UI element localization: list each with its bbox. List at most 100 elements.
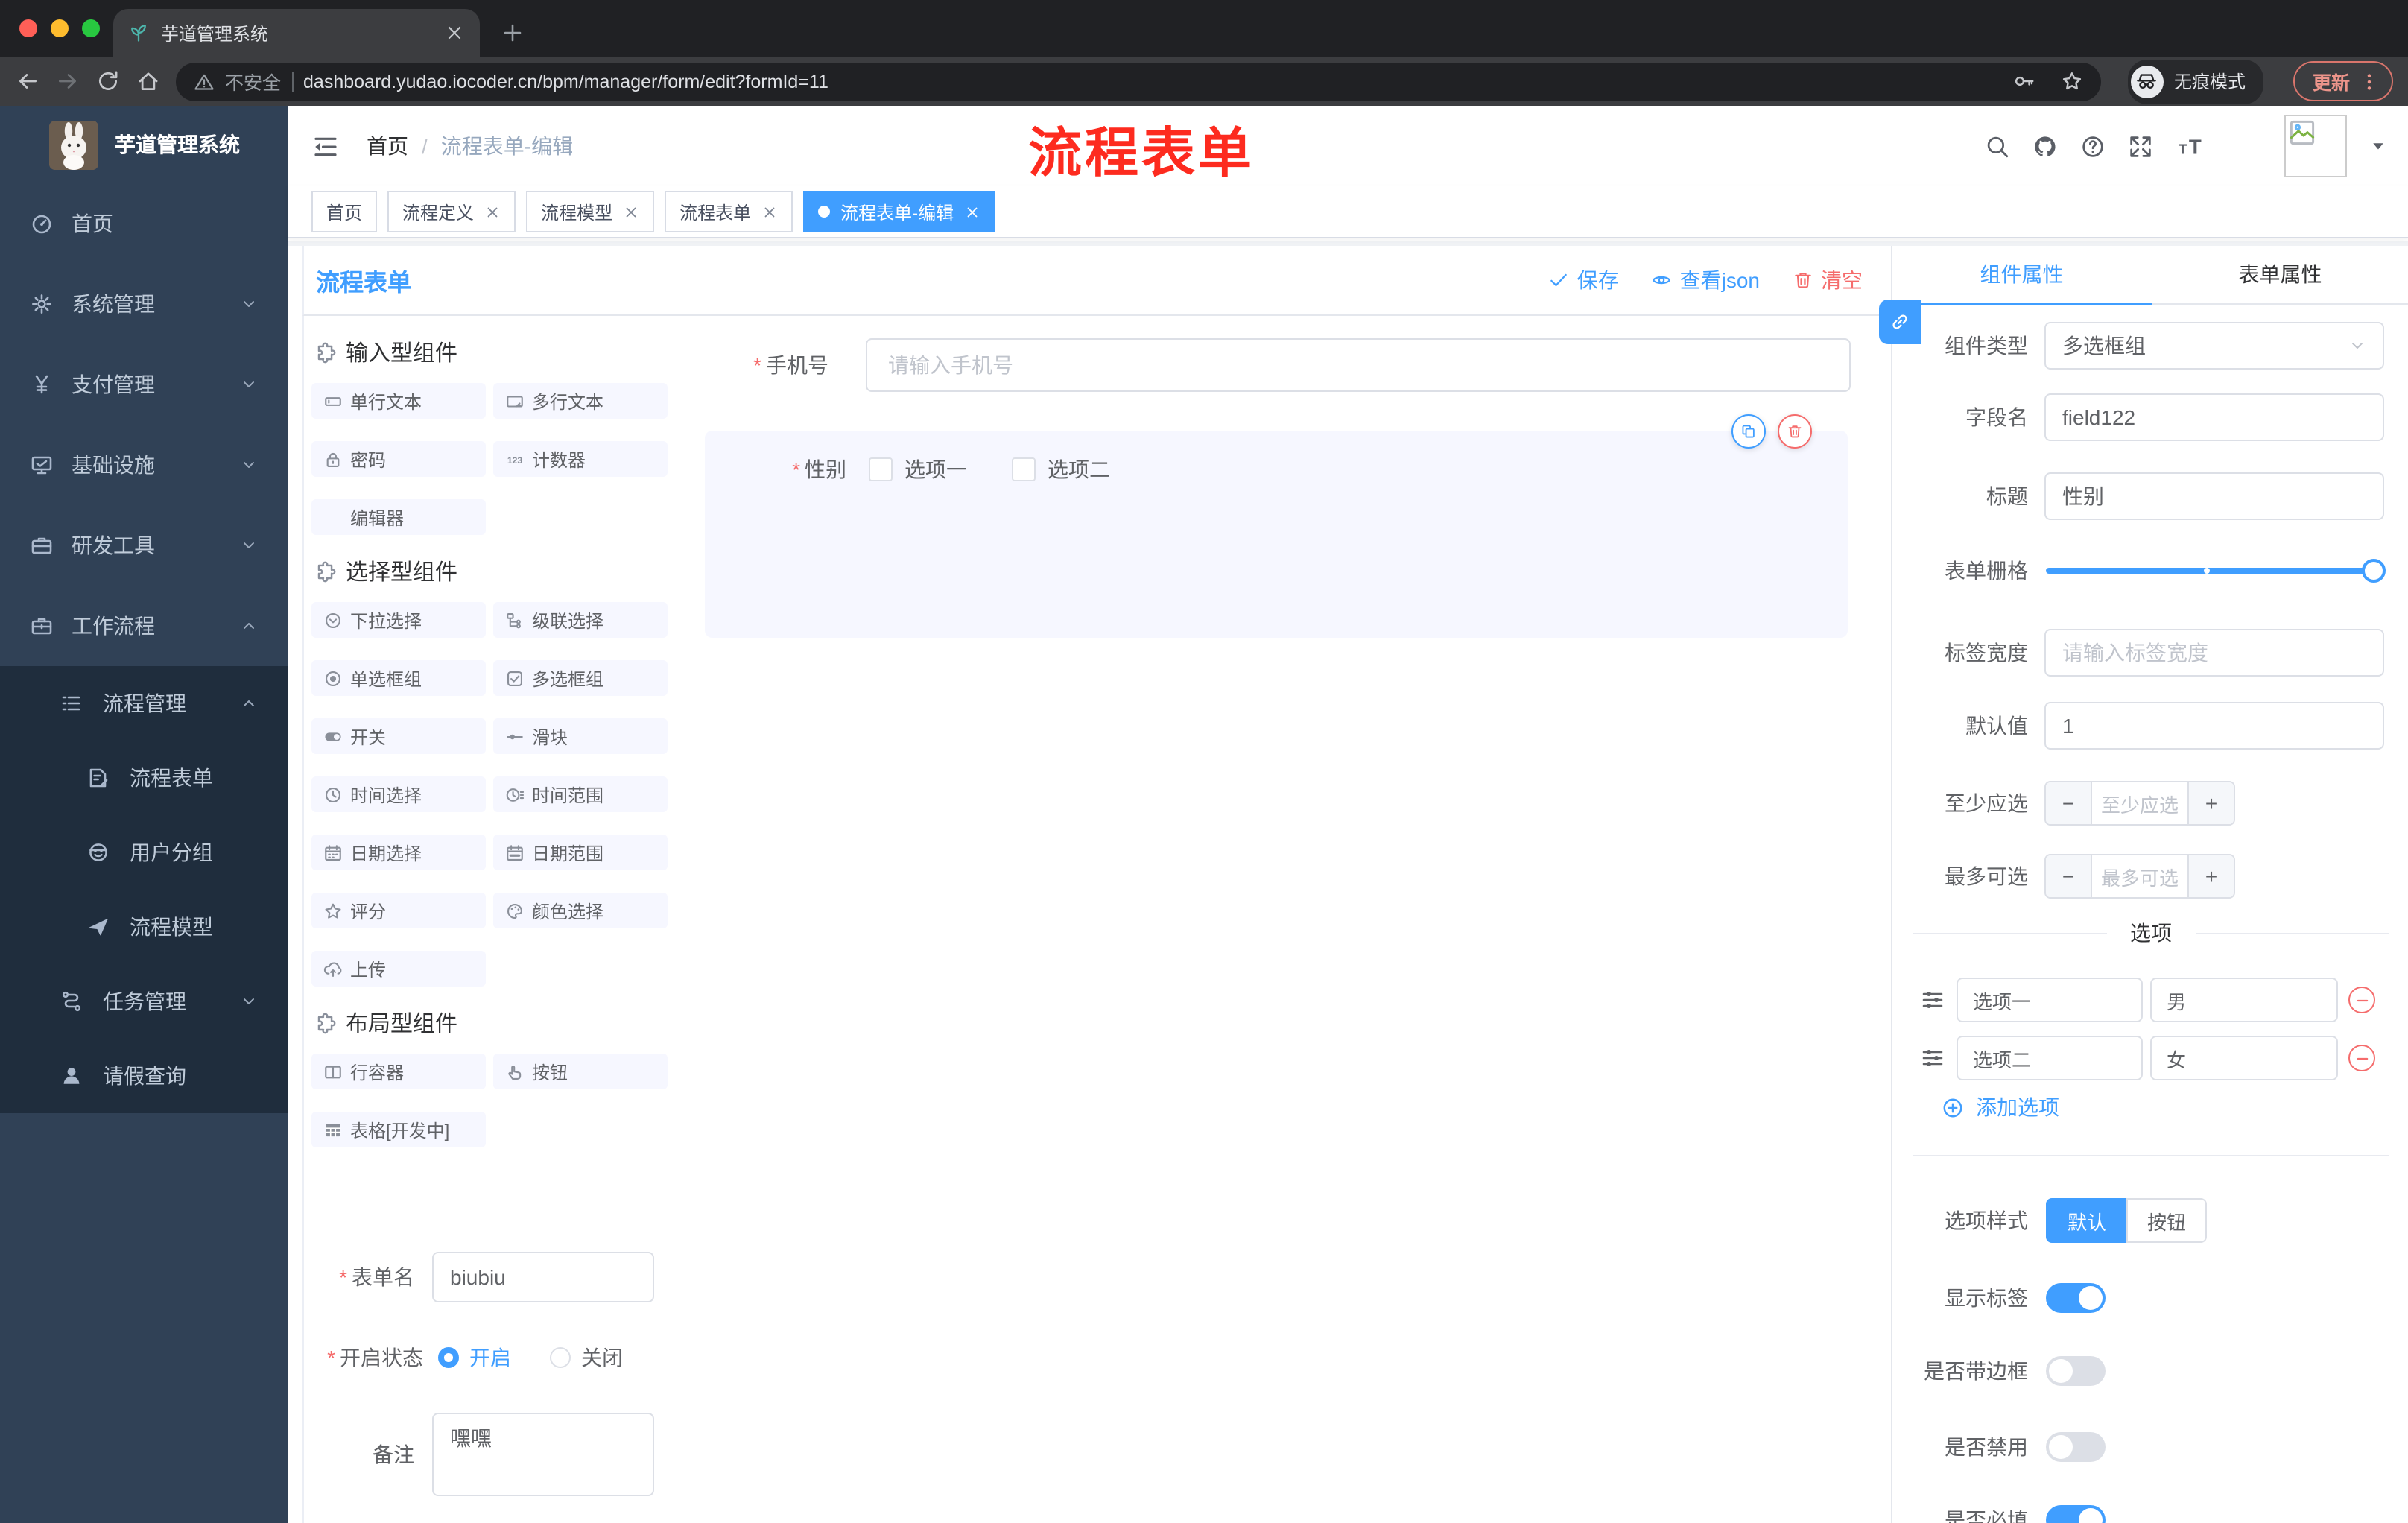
- form-grid-slider[interactable]: [2046, 547, 2386, 595]
- palette-item-编辑器[interactable]: 编辑器: [311, 499, 486, 535]
- palette-item-时间范围[interactable]: 时间范围: [493, 776, 668, 812]
- add-option-button[interactable]: 添加选项: [1942, 1092, 2059, 1122]
- option-style-segmented[interactable]: 默认 按钮: [2046, 1198, 2207, 1243]
- sidebar-item-基础设施[interactable]: 基础设施: [0, 425, 288, 505]
- palette-item-日期范围[interactable]: 日期范围: [493, 835, 668, 870]
- reload-icon[interactable]: [95, 69, 121, 94]
- toggle-是否必填[interactable]: [2046, 1505, 2106, 1523]
- field-name-input[interactable]: [2044, 393, 2384, 441]
- toggle-是否禁用[interactable]: [2046, 1432, 2106, 1462]
- tag-流程表单-编辑[interactable]: 流程表单-编辑: [803, 191, 996, 232]
- sidebar-item-流程表单[interactable]: 流程表单: [0, 741, 288, 815]
- tag-close-icon[interactable]: [623, 203, 639, 220]
- close-window-button[interactable]: [19, 19, 37, 37]
- palette-item-级联选择[interactable]: 级联选择: [493, 602, 668, 638]
- remove-option-button[interactable]: [2348, 987, 2375, 1013]
- github-icon[interactable]: [2032, 133, 2058, 159]
- gender-option1-checkbox[interactable]: [869, 457, 893, 481]
- delete-component-button[interactable]: [1778, 414, 1812, 449]
- palette-item-计数器[interactable]: 123 计数器: [493, 441, 668, 477]
- tag-流程表单[interactable]: 流程表单: [665, 191, 793, 232]
- gender-option2-checkbox[interactable]: [1012, 457, 1036, 481]
- palette-item-多行文本[interactable]: 多行文本: [493, 383, 668, 419]
- style-button-button[interactable]: 按钮: [2126, 1198, 2207, 1243]
- avatar-caret-down-icon[interactable]: [2369, 137, 2387, 155]
- remove-option-button[interactable]: [2348, 1045, 2375, 1071]
- toggle-是否带边框[interactable]: [2046, 1356, 2106, 1386]
- sidebar-item-请假查询[interactable]: 请假查询: [0, 1039, 288, 1113]
- forward-icon[interactable]: [55, 69, 80, 94]
- palette-item-日期选择[interactable]: 日期选择: [311, 835, 486, 870]
- option-label-input[interactable]: [1956, 1036, 2143, 1080]
- status-radio-off[interactable]: 关闭: [550, 1343, 623, 1372]
- decrease-icon[interactable]: −: [2046, 855, 2092, 897]
- fullscreen-icon[interactable]: [2128, 133, 2153, 159]
- address-bar[interactable]: 不安全 dashboard.yudao.iocoder.cn/bpm/manag…: [176, 62, 2101, 101]
- default-value-input[interactable]: [2044, 702, 2384, 750]
- home-icon[interactable]: [136, 69, 161, 94]
- save-button[interactable]: 保存: [1549, 265, 1619, 295]
- sidebar-item-支付管理[interactable]: 支付管理: [0, 344, 288, 425]
- remark-textarea[interactable]: 嘿嘿: [432, 1413, 654, 1496]
- password-key-icon[interactable]: [2013, 70, 2035, 92]
- max-select-stepper[interactable]: − 最多可选 +: [2044, 854, 2235, 899]
- option-value-input[interactable]: [2150, 1036, 2338, 1080]
- form-canvas[interactable]: * 手机号 请输入手机号 * 性别 选项一 选项二: [682, 316, 1891, 1523]
- palette-item-单选框组[interactable]: 单选框组: [311, 660, 486, 696]
- status-radio-on[interactable]: 开启: [438, 1343, 511, 1372]
- component-type-select[interactable]: 多选框组: [2044, 322, 2384, 370]
- decrease-icon[interactable]: −: [2046, 782, 2092, 824]
- phone-input[interactable]: 请输入手机号: [866, 338, 1851, 392]
- increase-icon[interactable]: +: [2187, 855, 2234, 897]
- browser-menu-dots-icon[interactable]: [2359, 71, 2380, 92]
- label-width-input[interactable]: [2044, 629, 2384, 677]
- bookmark-star-icon[interactable]: [2061, 70, 2083, 92]
- tab-component-props[interactable]: 组件属性: [1892, 246, 2151, 305]
- tab-form-props[interactable]: 表单属性: [2151, 246, 2408, 303]
- sidebar-item-工作流程[interactable]: 工作流程: [0, 586, 288, 666]
- option-value-input[interactable]: [2150, 978, 2338, 1022]
- tag-流程定义[interactable]: 流程定义: [387, 191, 516, 232]
- browser-update-button[interactable]: 更新: [2293, 61, 2393, 101]
- new-tab-icon[interactable]: [501, 21, 525, 45]
- palette-item-开关[interactable]: 开关: [311, 718, 486, 754]
- tag-流程模型[interactable]: 流程模型: [526, 191, 655, 232]
- avatar[interactable]: [2284, 115, 2347, 177]
- palette-item-多选框组[interactable]: 多选框组: [493, 660, 668, 696]
- help-icon[interactable]: [2080, 133, 2106, 159]
- slider-handle[interactable]: [2362, 559, 2386, 583]
- sidebar-item-任务管理[interactable]: 任务管理: [0, 964, 288, 1039]
- palette-item-按钮[interactable]: 按钮: [493, 1054, 668, 1089]
- palette-item-表格[开发中][interactable]: 表格[开发中]: [311, 1112, 486, 1147]
- breadcrumb-home[interactable]: 首页: [367, 131, 408, 161]
- drag-handle-icon[interactable]: [1921, 1046, 1945, 1070]
- phone-field-row[interactable]: * 手机号 请输入手机号: [682, 338, 1891, 392]
- browser-tab[interactable]: 芋道管理系统: [113, 9, 480, 57]
- palette-item-滑块[interactable]: 滑块: [493, 718, 668, 754]
- sidebar-item-研发工具[interactable]: 研发工具: [0, 505, 288, 586]
- minimize-window-button[interactable]: [51, 19, 69, 37]
- increase-icon[interactable]: +: [2187, 782, 2234, 824]
- min-select-stepper[interactable]: − 至少应选 +: [2044, 781, 2235, 826]
- title-input[interactable]: [2044, 472, 2384, 520]
- sidebar-item-用户分组[interactable]: 用户分组: [0, 815, 288, 890]
- sidebar-item-流程模型[interactable]: 流程模型: [0, 890, 288, 964]
- sidebar-item-流程管理[interactable]: 流程管理: [0, 666, 288, 741]
- clear-button[interactable]: 清空: [1793, 265, 1863, 295]
- search-icon[interactable]: [1985, 133, 2010, 159]
- back-icon[interactable]: [15, 69, 40, 94]
- drag-handle-icon[interactable]: [1921, 988, 1945, 1012]
- palette-item-单行文本[interactable]: 单行文本: [311, 383, 486, 419]
- palette-item-评分[interactable]: 评分: [311, 893, 486, 928]
- duplicate-component-button[interactable]: [1731, 414, 1766, 449]
- tag-close-icon[interactable]: [964, 203, 980, 220]
- palette-item-上传[interactable]: 上传: [311, 951, 486, 987]
- tag-close-icon[interactable]: [484, 203, 501, 220]
- sidebar-item-首页[interactable]: 首页: [0, 183, 288, 264]
- selected-gender-component[interactable]: * 性别 选项一 选项二: [705, 414, 1848, 638]
- link-tab[interactable]: [1879, 300, 1921, 344]
- sidebar-item-系统管理[interactable]: 系统管理: [0, 264, 288, 344]
- toggle-显示标签[interactable]: [2046, 1283, 2106, 1313]
- maximize-window-button[interactable]: [82, 19, 100, 37]
- option-label-input[interactable]: [1956, 978, 2143, 1022]
